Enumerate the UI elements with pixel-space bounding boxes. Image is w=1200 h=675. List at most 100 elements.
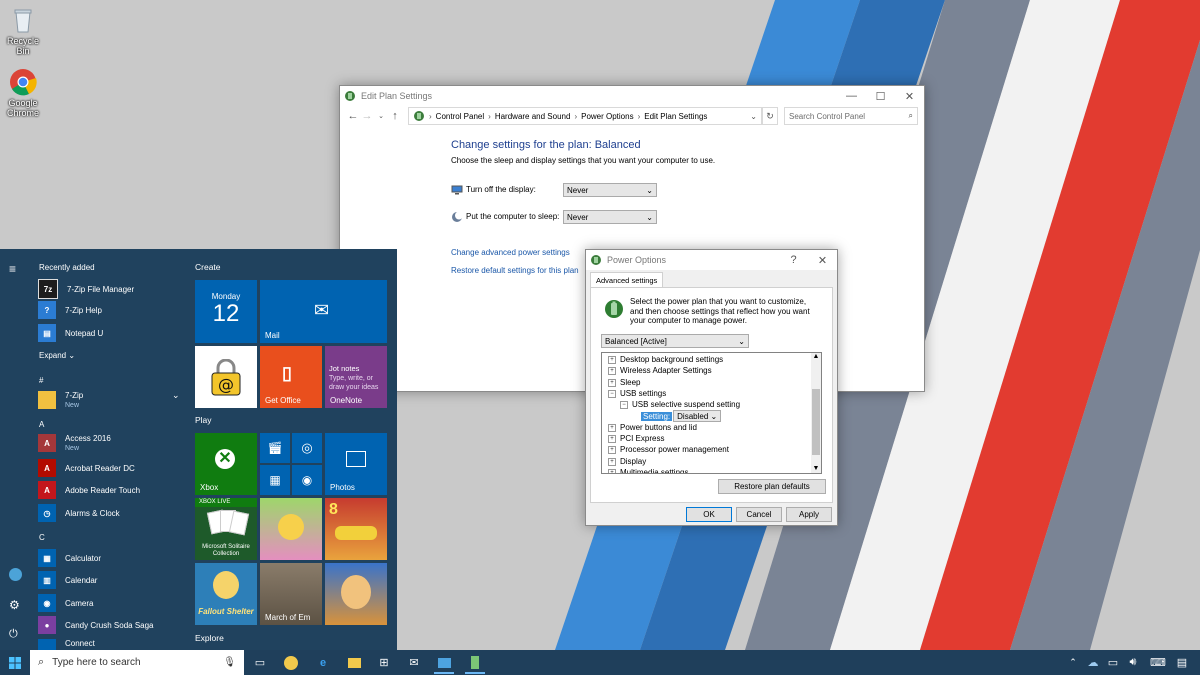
onedrive-cloud-icon[interactable]: ☁ — [1083, 653, 1103, 672]
group-explore-heading[interactable]: Explore — [195, 633, 224, 643]
power-options-taskbar-icon[interactable] — [465, 653, 485, 674]
app-7zip-file-manager[interactable]: 7z 7-Zip File Manager — [38, 279, 134, 299]
recent-chevron-icon[interactable]: ⌄ — [374, 112, 388, 120]
address-dropdown-icon[interactable]: ⌄ — [750, 112, 757, 121]
control-panel-taskbar-icon[interactable] — [434, 653, 454, 674]
expand-plus-icon[interactable]: + — [608, 367, 616, 375]
sleep-timeout-select[interactable]: Never ⌄ — [563, 210, 657, 224]
restore-default-settings-link[interactable]: Restore default settings for this plan — [451, 266, 579, 275]
app-access-2016[interactable]: A Access 2016New — [38, 434, 111, 452]
collapse-minus-icon[interactable]: − — [620, 401, 628, 409]
expand-plus-icon[interactable]: + — [608, 458, 616, 466]
asphalt-tile[interactable]: 8 — [325, 498, 387, 560]
tree-item[interactable]: +PCI Express — [608, 434, 664, 444]
calculator-tile[interactable]: ▦ — [260, 465, 290, 495]
taskbar-search-box[interactable]: ⌕ Type here to search 🎙︎ — [30, 650, 244, 675]
dialog-close-button[interactable]: ✕ — [808, 254, 837, 267]
desktop-icon-recycle-bin[interactable]: Recycle Bin — [0, 6, 46, 56]
tree-item[interactable]: +Display — [608, 457, 646, 467]
address-bar[interactable]: › Control Panel › Hardware and Sound › P… — [408, 107, 762, 125]
expand-plus-icon[interactable]: + — [608, 435, 616, 443]
mail-icon[interactable]: ✉ — [404, 653, 424, 672]
app-camera[interactable]: ◉ Camera — [38, 594, 93, 612]
breadcrumb-control-panel[interactable]: Control Panel — [436, 112, 484, 121]
tree-item[interactable]: +Desktop background settings — [608, 355, 723, 365]
lock-tile[interactable]: @ — [195, 346, 257, 408]
tree-item[interactable]: +Sleep — [608, 378, 640, 388]
app-connect[interactable]: Connect — [38, 639, 95, 650]
onenote-tile[interactable]: Jot notes Type, write, or draw your idea… — [325, 346, 387, 408]
photos-tile[interactable]: Photos — [325, 433, 387, 495]
action-center-icon[interactable]: ▤ — [1172, 653, 1192, 672]
expand-plus-icon[interactable]: + — [608, 356, 616, 364]
tree-item[interactable]: +Multimedia settings — [608, 468, 688, 474]
group-play-heading[interactable]: Play — [195, 415, 212, 425]
movies-tile[interactable]: 🎬︎ — [260, 433, 290, 463]
desktop-icon-chrome[interactable]: Google Chrome — [0, 68, 46, 118]
ok-button[interactable]: OK — [686, 507, 732, 522]
settings-gear-icon[interactable]: ⚙ — [9, 598, 20, 612]
breadcrumb-hardware-and-sound[interactable]: Hardware and Sound — [495, 112, 571, 121]
hamburger-menu-icon[interactable]: ≡ — [9, 262, 16, 276]
tree-item[interactable]: −USB settings — [608, 389, 666, 399]
expand-plus-icon[interactable]: + — [608, 446, 616, 454]
forward-arrow-icon[interactable]: → — [360, 110, 374, 122]
get-office-tile[interactable]: ▯ Get Office — [260, 346, 322, 408]
tree-item[interactable]: +Power buttons and lid — [608, 423, 697, 433]
group-create-heading[interactable]: Create — [195, 262, 221, 272]
collapse-minus-icon[interactable]: − — [608, 390, 616, 398]
tree-item[interactable]: −USB selective suspend setting — [620, 400, 740, 410]
mail-tile[interactable]: ✉ Mail — [260, 280, 387, 343]
breadcrumb-power-options[interactable]: Power Options — [581, 112, 633, 121]
webcam-tile[interactable]: ◉ — [292, 465, 322, 495]
app-alarms-clock[interactable]: ◷ Alarms & Clock — [38, 504, 120, 522]
scroll-down-icon[interactable]: ▼ — [811, 465, 821, 472]
keyboard-icon[interactable]: ⌨ — [1148, 653, 1168, 672]
scrollbar-thumb[interactable] — [812, 389, 820, 455]
change-advanced-power-settings-link[interactable]: Change advanced power settings — [451, 248, 570, 257]
windows-start-icon[interactable] — [5, 653, 25, 672]
power-plan-select[interactable]: Balanced [Active] ⌄ — [601, 334, 749, 348]
app-acrobat-reader-dc[interactable]: A Acrobat Reader DC — [38, 459, 135, 477]
display-timeout-select[interactable]: Never ⌄ — [563, 183, 657, 197]
letter-header-c[interactable]: C — [39, 533, 45, 542]
breadcrumb-edit-plan-settings[interactable]: Edit Plan Settings — [644, 112, 707, 121]
expand-plus-icon[interactable]: + — [608, 469, 616, 474]
restore-plan-defaults-button[interactable]: Restore plan defaults — [718, 479, 826, 494]
help-button[interactable]: ? — [779, 254, 808, 267]
app-7zip[interactable]: 7-ZipNew — [38, 391, 83, 409]
up-arrow-icon[interactable]: ↑ — [388, 110, 402, 122]
calendar-tile[interactable]: Monday 12 — [195, 280, 257, 343]
candy-crush-tile[interactable] — [260, 498, 322, 560]
apply-button[interactable]: Apply — [786, 507, 832, 522]
cancel-button[interactable]: Cancel — [736, 507, 782, 522]
edge-browser-icon[interactable]: e — [313, 653, 333, 672]
power-icon[interactable]: ⏻ — [9, 628, 18, 641]
app-candy-crush[interactable]: ● Candy Crush Soda Saga — [38, 616, 154, 634]
back-arrow-icon[interactable]: ← — [346, 110, 360, 122]
xbox-tile[interactable]: ✕ Xbox — [195, 433, 257, 495]
fallout-shelter-tile[interactable]: Fallout Shelter — [195, 563, 257, 625]
hero-game-tile[interactable] — [325, 563, 387, 625]
app-calendar[interactable]: ▥ Calendar — [38, 571, 97, 589]
letter-header-a[interactable]: A — [39, 420, 44, 429]
expand-plus-icon[interactable]: + — [608, 379, 616, 387]
search-control-panel-input[interactable]: Search Control Panel ⌕ — [784, 107, 918, 125]
march-of-empires-tile[interactable]: March of Em — [260, 563, 322, 625]
microphone-icon[interactable]: 🎙︎ — [223, 657, 236, 668]
app-7zip-help[interactable]: ? 7-Zip Help — [38, 301, 102, 319]
task-view-icon[interactable]: ▭ — [250, 653, 270, 672]
chevron-down-icon[interactable]: ⌄ — [172, 390, 180, 401]
volume-icon[interactable]: 🔊︎ — [1123, 653, 1143, 672]
tree-scrollbar[interactable]: ▲ ▼ — [811, 353, 821, 473]
solitaire-tile[interactable]: XBOX LIVE Microsoft Solitaire Collection — [195, 498, 257, 560]
usb-suspend-setting-select[interactable]: Disabled ⌄ — [673, 410, 721, 422]
scroll-up-icon[interactable]: ▲ — [811, 353, 821, 361]
maximize-button[interactable]: ☐ — [866, 90, 895, 103]
groove-tile[interactable]: ◎ — [292, 433, 322, 463]
minimize-button[interactable]: — — [837, 90, 866, 103]
expand-button[interactable]: Expand ⌄ — [39, 351, 75, 360]
network-icon[interactable]: ▭ — [1103, 653, 1123, 672]
app-calculator[interactable]: ▦ Calculator — [38, 549, 101, 567]
app-adobe-reader-touch[interactable]: A Adobe Reader Touch — [38, 481, 140, 499]
